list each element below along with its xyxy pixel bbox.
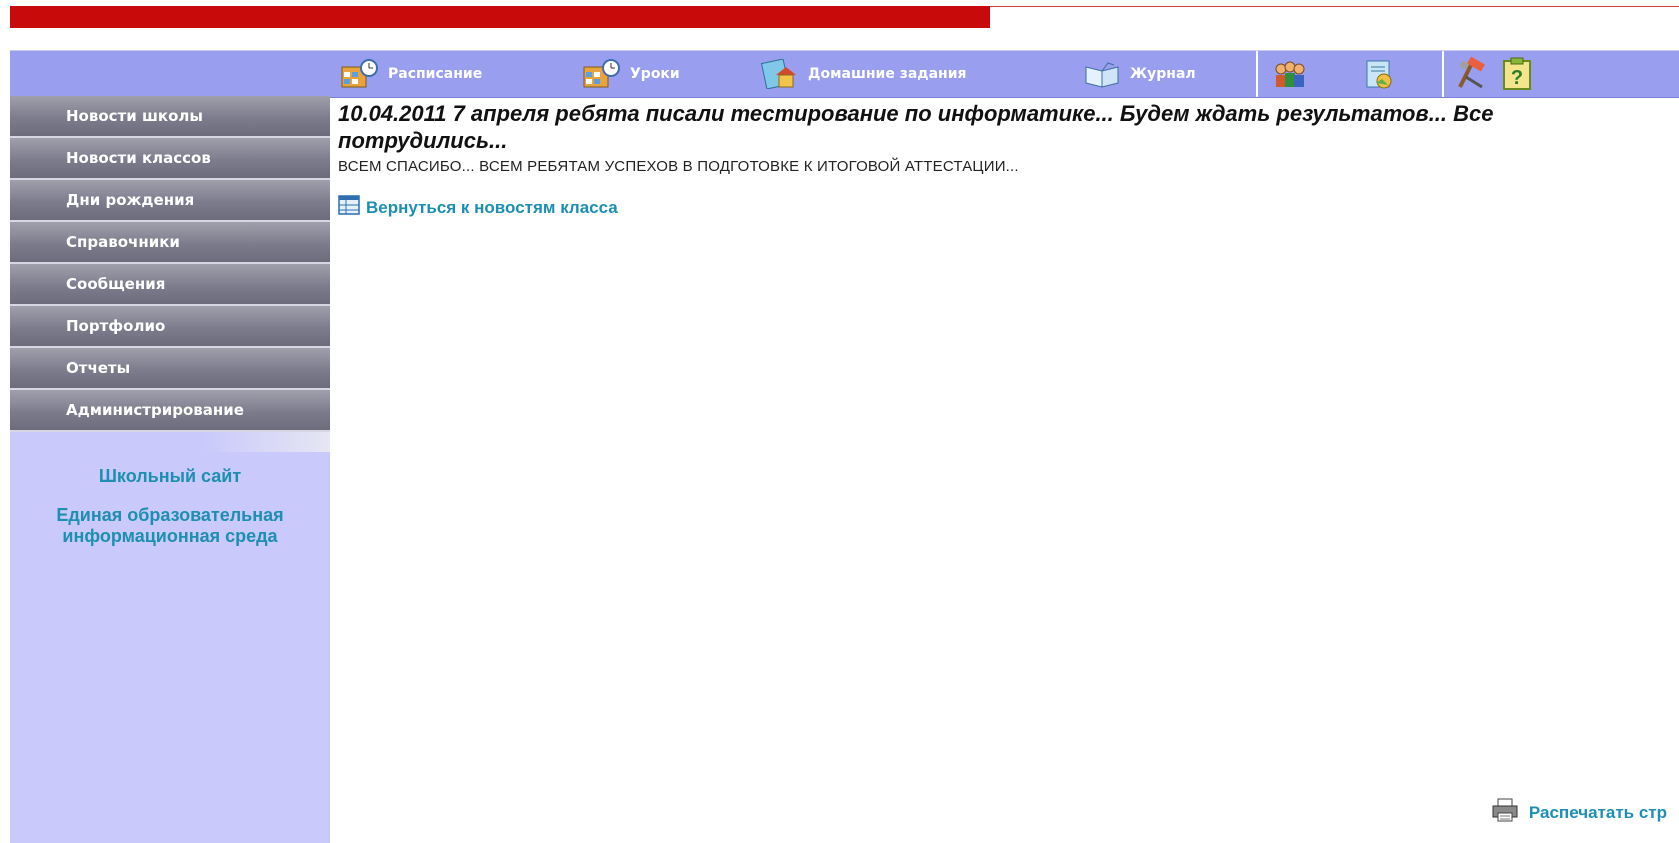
people-icon[interactable] [1272, 57, 1306, 91]
unified-environment-link-line1[interactable]: Единая образовательная [10, 505, 330, 526]
svg-text:?: ? [1511, 67, 1523, 89]
sidebar-item-portfolio[interactable]: Портфолио [10, 306, 330, 348]
sidebar-item-birthdays[interactable]: Дни рождения [10, 180, 330, 222]
print-page-link[interactable]: Распечатать стр [1491, 798, 1667, 827]
top-red-line [990, 6, 1679, 7]
sidebar-item-school-news[interactable]: Новости школы [10, 96, 330, 138]
house-book-icon [760, 58, 800, 90]
sidebar-item-label: Сообщения [66, 275, 166, 293]
main-content: 10.04.2011 7 апреля ребята писали тестир… [338, 96, 1668, 220]
sidebar-item-reports[interactable]: Отчеты [10, 348, 330, 390]
print-link-label: Распечатать стр [1528, 802, 1667, 822]
top-red-bar [10, 6, 990, 28]
table-icon [338, 195, 360, 220]
nav-homework[interactable]: Домашние задания [760, 51, 967, 97]
menu-fade [10, 432, 330, 452]
sidebar-item-label: Новости школы [66, 107, 203, 125]
calendar-clock-icon [582, 59, 622, 89]
nav-homework-label: Домашние задания [808, 66, 967, 82]
sidebar-item-messages[interactable]: Сообщения [10, 264, 330, 306]
school-site-link[interactable]: Школьный сайт [10, 466, 330, 487]
sidebar-item-label: Портфолио [66, 317, 166, 335]
sidebar-item-class-news[interactable]: Новости классов [10, 138, 330, 180]
tools-icon[interactable] [1454, 56, 1488, 91]
sidebar-item-label: Администрирование [66, 401, 244, 419]
sidebar: Новости школы Новости классов Дни рожден… [10, 96, 330, 843]
nav-lessons[interactable]: Уроки [582, 51, 680, 97]
calendar-clock-icon [340, 59, 380, 89]
sidebar-item-label: Отчеты [66, 359, 131, 377]
nav-separator [1442, 51, 1444, 97]
open-book-icon [1082, 59, 1122, 89]
sidebar-item-administration[interactable]: Администрирование [10, 390, 330, 432]
sidebar-item-label: Справочники [66, 233, 180, 251]
sidebar-item-label: Дни рождения [66, 191, 195, 209]
certificate-icon[interactable] [1362, 57, 1396, 91]
help-icon[interactable]: ? [1500, 57, 1534, 91]
unified-environment-link-line2[interactable]: информационная среда [10, 526, 330, 547]
nav-journal-label: Журнал [1130, 66, 1196, 82]
nav-separator [1256, 51, 1258, 97]
back-link-label: Вернуться к новостям класса [366, 197, 618, 217]
top-navigation: Расписание Уроки Домашние задания Журнал… [10, 50, 1679, 98]
nav-schedule[interactable]: Расписание [340, 51, 482, 97]
back-to-class-news-link[interactable]: Вернуться к новостям класса [338, 195, 1668, 220]
sidebar-item-label: Новости классов [66, 149, 211, 167]
printer-icon [1491, 798, 1519, 827]
news-body: ВСЕМ СПАСИБО... ВСЕМ РЕБЯТАМ УСПЕХОВ В П… [338, 158, 1019, 175]
nav-lessons-label: Уроки [630, 66, 680, 82]
sidebar-item-directories[interactable]: Справочники [10, 222, 330, 264]
nav-schedule-label: Расписание [388, 66, 483, 82]
nav-journal[interactable]: Журнал [1082, 51, 1196, 97]
news-title: 10.04.2011 7 апреля ребята писали тестир… [338, 101, 1494, 153]
